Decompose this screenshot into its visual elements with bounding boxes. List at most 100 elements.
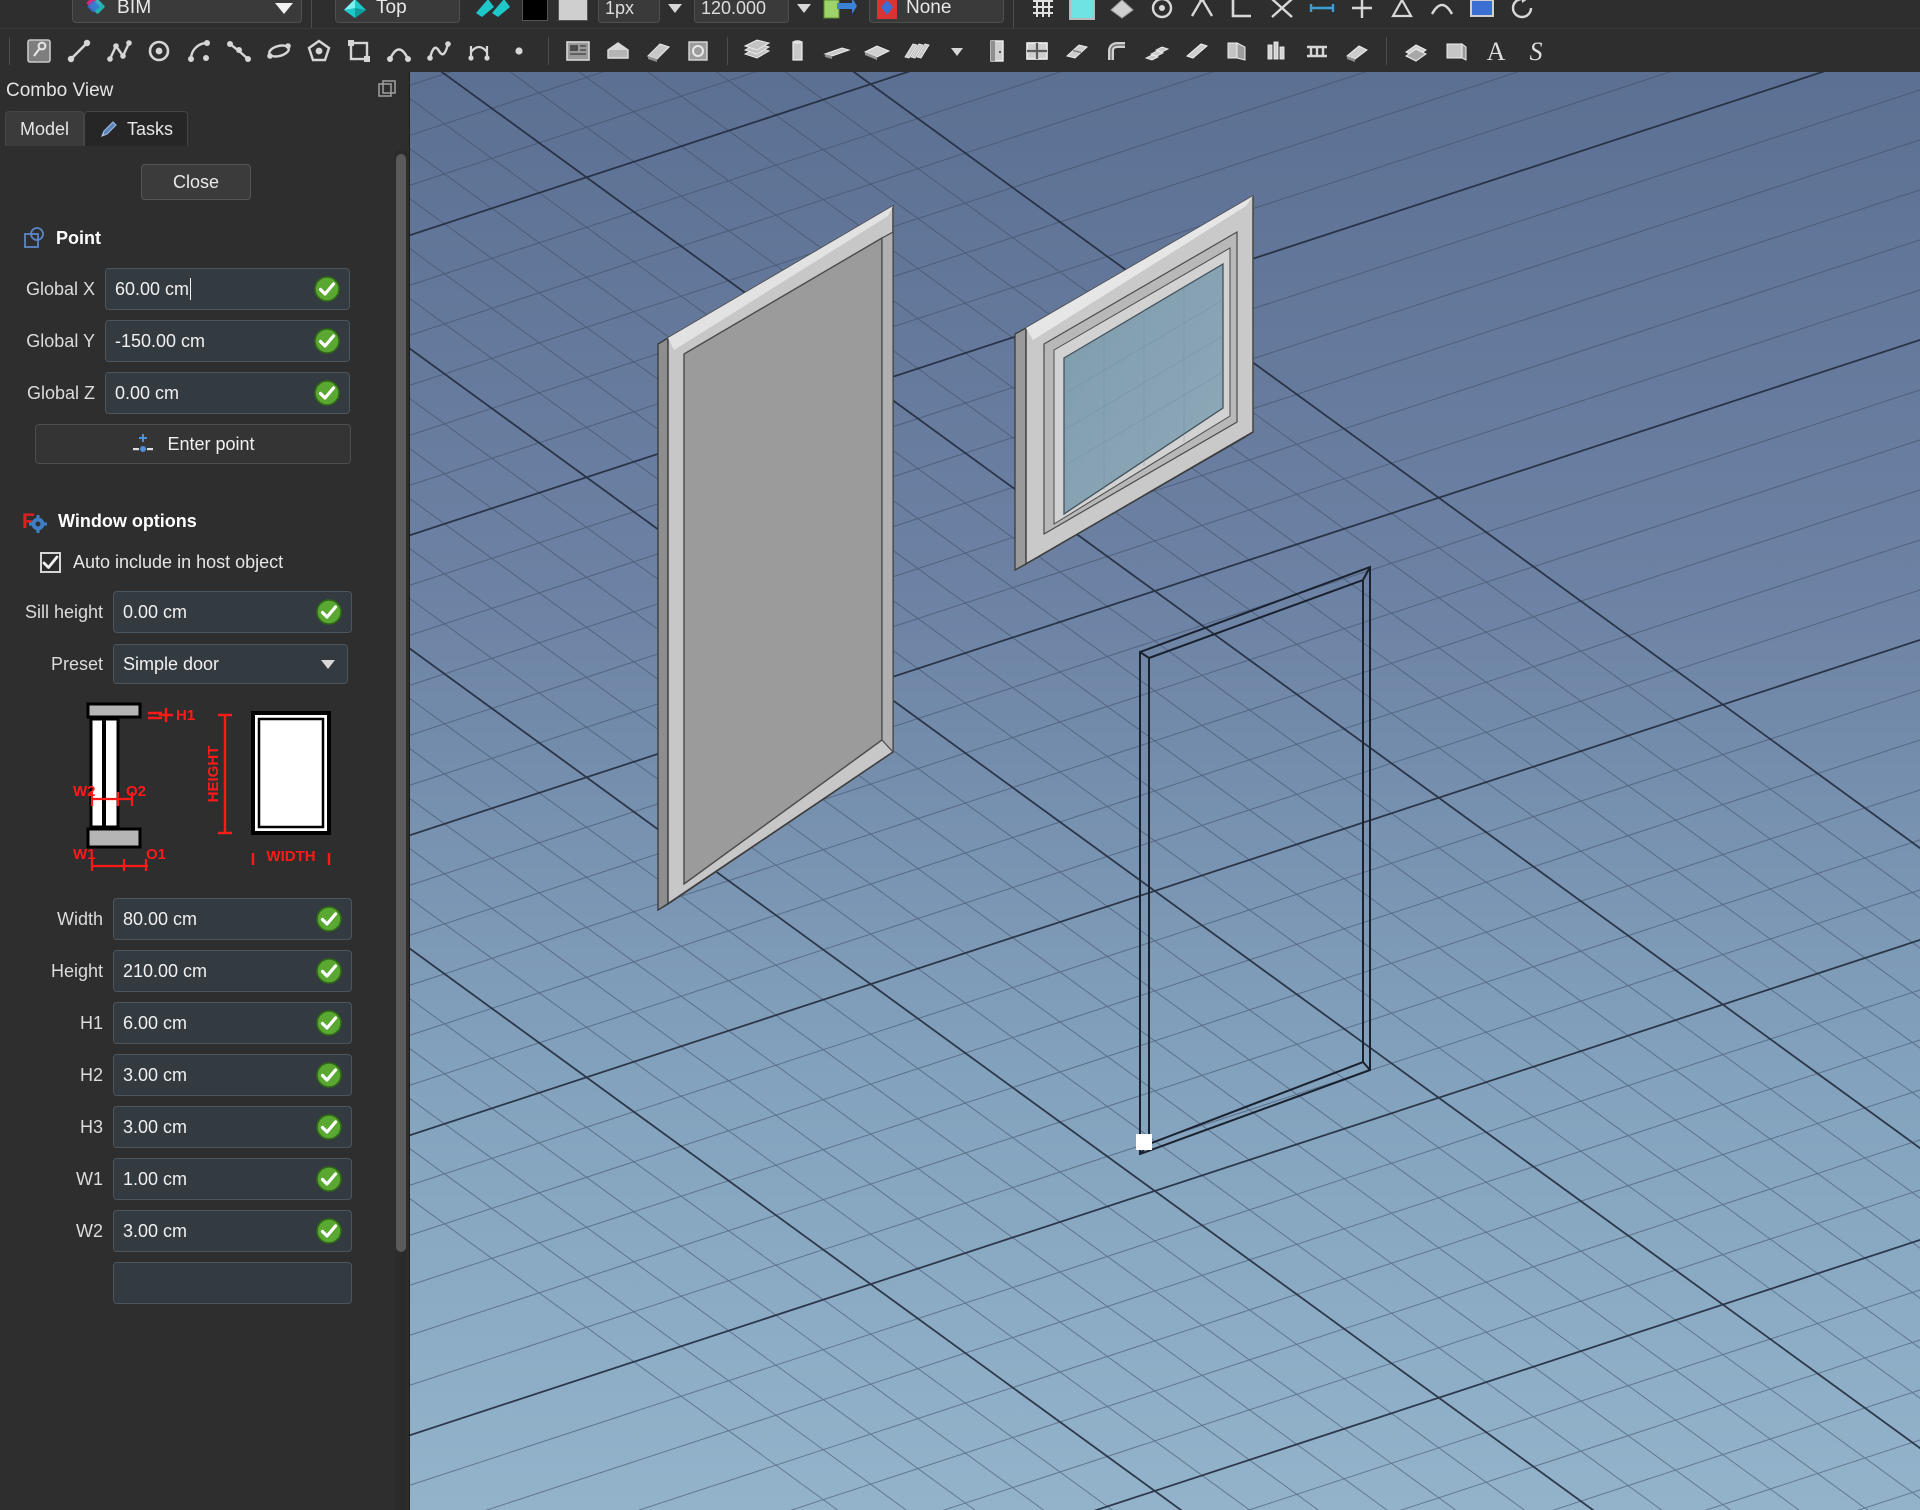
equipment-icon[interactable]	[1260, 34, 1294, 68]
building-icon[interactable]	[641, 34, 675, 68]
line-color-swatch[interactable]	[522, 0, 548, 21]
snap-special-icon[interactable]	[1387, 0, 1417, 22]
width-input[interactable]: 80.00 cm	[113, 898, 352, 940]
grid-icon[interactable]	[1029, 0, 1057, 21]
snap-ortho-icon[interactable]	[1347, 0, 1377, 22]
snap-perpendicular-icon[interactable]	[1227, 0, 1257, 22]
w2-input[interactable]: 3.00 cm	[113, 1210, 352, 1252]
line-width-chevron-icon[interactable]	[668, 3, 682, 13]
3d-viewport[interactable]	[410, 72, 1920, 1510]
preset-select[interactable]: Simple door	[113, 644, 348, 684]
undock-icon[interactable]	[377, 80, 397, 100]
toggle-construction-icon[interactable]	[1467, 0, 1497, 22]
material-icon[interactable]	[1340, 34, 1374, 68]
h2-label: H2	[79, 1064, 103, 1085]
arc-3points-icon[interactable]	[222, 34, 256, 68]
face-color-swatch[interactable]	[558, 0, 588, 21]
snap-none-selector[interactable]: None	[869, 0, 1004, 23]
snap-value-field[interactable]: 120.000	[694, 0, 789, 23]
axis-icon[interactable]	[1439, 34, 1473, 68]
sill-height-input[interactable]: 0.00 cm	[113, 591, 352, 633]
dimension-icon[interactable]	[462, 34, 496, 68]
stairs-icon[interactable]	[1140, 34, 1174, 68]
circle-icon[interactable]	[142, 34, 176, 68]
global-y-input[interactable]: -150.00 cm	[105, 320, 350, 362]
line-icon[interactable]	[62, 34, 96, 68]
h1-input[interactable]: 6.00 cm	[113, 1002, 352, 1044]
window-icon[interactable]	[1020, 34, 1054, 68]
sketch-icon[interactable]	[22, 34, 56, 68]
pipe-icon[interactable]	[1100, 34, 1134, 68]
snap-near-icon[interactable]	[1427, 0, 1457, 22]
wall-icon[interactable]	[740, 34, 774, 68]
frame-icon[interactable]	[1220, 34, 1254, 68]
workbench-label: BIM	[117, 0, 152, 18]
door-icon[interactable]	[980, 34, 1014, 68]
h2-input[interactable]: 3.00 cm	[113, 1054, 352, 1096]
column-icon[interactable]	[780, 34, 814, 68]
snap-lock-icon[interactable]	[1147, 0, 1177, 22]
valid-check-icon	[314, 328, 340, 354]
w1-label: W1	[76, 1168, 103, 1189]
w1-input[interactable]: 1.00 cm	[113, 1158, 352, 1200]
diagram-label-o2: O2	[126, 783, 146, 800]
text-icon[interactable]: A	[1479, 34, 1513, 68]
snap-intersection-icon[interactable]	[1267, 0, 1297, 22]
enter-point-button[interactable]: Enter point	[35, 424, 351, 464]
ellipse-icon[interactable]	[262, 34, 296, 68]
height-input[interactable]: 210.00 cm	[113, 950, 352, 992]
tab-tasks[interactable]: Tasks	[84, 111, 189, 146]
curtainwall-icon[interactable]	[1060, 34, 1094, 68]
line-width-field[interactable]: 1px	[598, 0, 660, 23]
tab-model[interactable]: Model	[5, 111, 85, 146]
panel-icon[interactable]	[1180, 34, 1214, 68]
truss-icon[interactable]	[1300, 34, 1334, 68]
polygon-icon[interactable]	[302, 34, 336, 68]
roof-icon[interactable]	[900, 34, 934, 68]
panel-scrollbar-thumb[interactable]	[396, 154, 406, 1252]
workbench-selector[interactable]: BIM	[72, 0, 302, 23]
refresh-icon[interactable]	[1507, 0, 1537, 22]
rectangle-icon[interactable]	[342, 34, 376, 68]
h2-value: 3.00 cm	[123, 1064, 188, 1085]
close-button[interactable]: Close	[141, 164, 251, 200]
auto-include-row[interactable]: Auto include in host object	[40, 552, 392, 573]
arc-icon[interactable]	[182, 34, 216, 68]
preset-value: Simple door	[123, 653, 220, 674]
project-icon[interactable]	[561, 34, 595, 68]
valid-check-icon	[316, 1114, 342, 1140]
shape-string-icon[interactable]: S	[1519, 34, 1553, 68]
slab-icon[interactable]	[860, 34, 894, 68]
bimserver-icon[interactable]	[681, 34, 715, 68]
working-plane-icon[interactable]	[1067, 0, 1097, 22]
valid-check-icon	[316, 1062, 342, 1088]
chevron-down-icon[interactable]	[321, 660, 335, 669]
point-section-header: Point	[22, 226, 392, 250]
snap-value-chevron-icon[interactable]	[797, 3, 811, 13]
next-param-input[interactable]	[113, 1262, 352, 1304]
roof-dropdown-icon[interactable]	[940, 34, 974, 68]
bim-workbench-icon	[86, 0, 105, 14]
polyline-icon[interactable]	[102, 34, 136, 68]
view-mode-selector[interactable]: Top	[335, 0, 460, 23]
global-z-input[interactable]: 0.00 cm	[105, 372, 350, 414]
site-icon[interactable]	[601, 34, 635, 68]
view-style-icon[interactable]	[474, 0, 512, 21]
plane-top-icon[interactable]	[1107, 0, 1137, 22]
global-y-label: Global Y	[26, 330, 95, 351]
3d-scene	[410, 72, 1920, 1510]
multimaterial-icon[interactable]	[1399, 34, 1433, 68]
point-small-icon[interactable]	[502, 34, 536, 68]
h3-input[interactable]: 3.00 cm	[113, 1106, 352, 1148]
bezier-icon[interactable]	[422, 34, 456, 68]
chevron-down-icon[interactable]	[275, 2, 293, 14]
global-x-input[interactable]: 60.00 cm	[105, 268, 350, 310]
bspline-icon[interactable]	[382, 34, 416, 68]
valid-check-icon	[316, 1218, 342, 1244]
snap-dimension-icon[interactable]	[1307, 0, 1337, 22]
snap-midpoint-icon[interactable]	[1187, 0, 1217, 22]
beam-icon[interactable]	[820, 34, 854, 68]
apply-style-icon[interactable]	[823, 0, 857, 22]
width-value: 80.00 cm	[123, 908, 198, 929]
auto-include-checkbox[interactable]	[40, 552, 61, 573]
